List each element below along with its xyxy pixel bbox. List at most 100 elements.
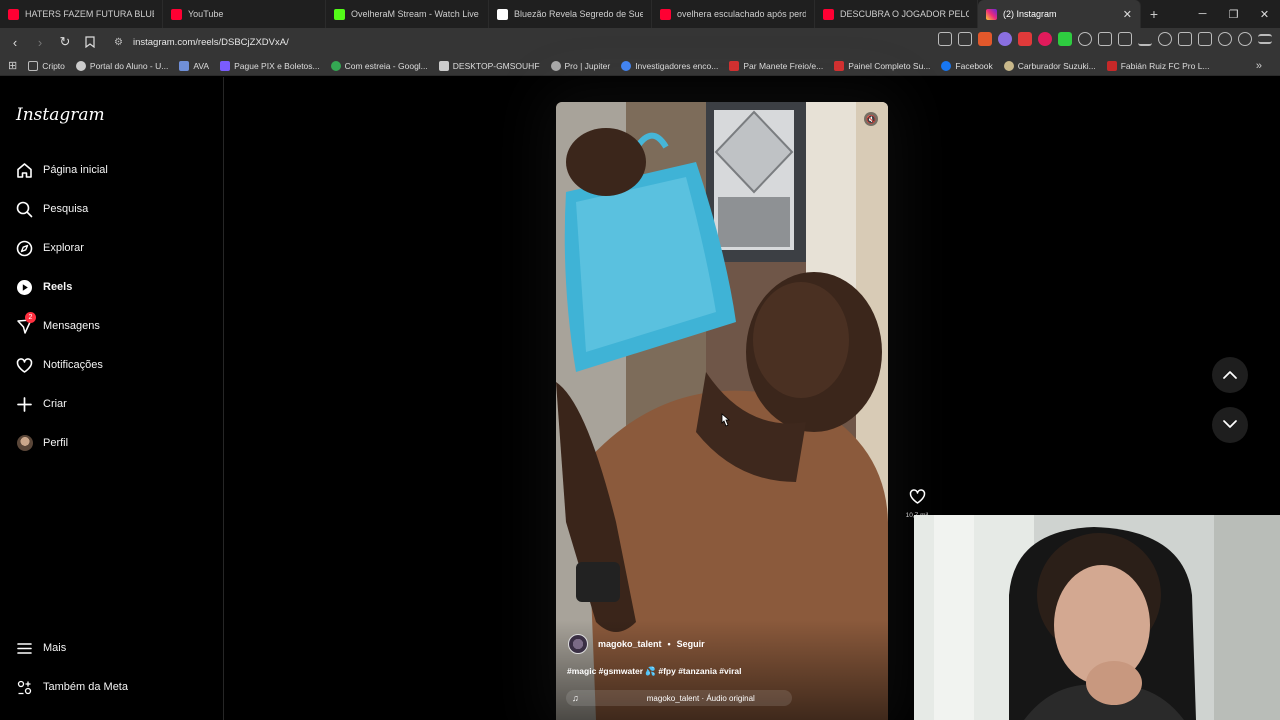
- site-favicon-icon: [729, 60, 740, 71]
- bookmark-page-icon[interactable]: [80, 32, 100, 52]
- menu-icon[interactable]: [1258, 34, 1272, 44]
- brave-shield-icon[interactable]: [978, 32, 992, 46]
- bookmark-item[interactable]: Pague PIX e Boletos...: [220, 60, 320, 71]
- streamer-webcam-overlay: [914, 515, 1280, 720]
- extension-icon[interactable]: [1018, 32, 1032, 46]
- reel-video[interactable]: 🔇 magoko_talent • Seguir #magic #gsmwate…: [556, 102, 888, 720]
- heart-icon[interactable]: [909, 488, 926, 510]
- leo-icon[interactable]: [1218, 32, 1232, 46]
- site-favicon-icon: [1003, 60, 1014, 71]
- nav-item-explore[interactable]: Explorar: [16, 236, 84, 260]
- puzzle-icon[interactable]: [1098, 32, 1112, 46]
- bookmark-label: Pague PIX e Boletos...: [234, 60, 320, 71]
- address-bar[interactable]: ⚙ instagram.com/reels/DSBCjZXDVxA/: [108, 31, 908, 53]
- mouse-cursor-icon: [719, 413, 731, 434]
- apps-grid-icon[interactable]: ⊞: [8, 59, 17, 72]
- site-favicon-icon: [834, 60, 845, 71]
- minimize-icon[interactable]: ─: [1187, 0, 1218, 28]
- browser-tab[interactable]: DESCUBRA O JOGADOR PELO CABE: [815, 0, 978, 28]
- folder-icon: [28, 60, 39, 71]
- extension-icon[interactable]: [1058, 32, 1072, 46]
- nav-item-messages[interactable]: 2 Mensagens: [16, 311, 100, 338]
- audio-label: magoko_talent · Áudio original: [646, 693, 755, 703]
- browser-tab[interactable]: ovelhera esculachado após perder t: [652, 0, 815, 28]
- restore-icon[interactable]: ❐: [1218, 0, 1249, 28]
- extension-icon[interactable]: [1118, 32, 1132, 46]
- extension-icon[interactable]: [998, 32, 1012, 46]
- reel-author: magoko_talent • Seguir: [568, 634, 705, 654]
- bookmark-label: Facebook: [955, 60, 993, 71]
- bookmark-item[interactable]: Fabián Ruiz FC Pro L...: [1106, 60, 1210, 71]
- bookmark-item[interactable]: Portal do Aluno - U...: [75, 60, 168, 71]
- youtube-favicon-icon: [171, 8, 182, 20]
- extension-icon[interactable]: [1078, 32, 1092, 46]
- media-icon[interactable]: [1158, 32, 1172, 46]
- site-info-icon[interactable]: ⚙: [114, 37, 123, 48]
- chevron-up-icon: [1223, 366, 1237, 384]
- bookmark-item[interactable]: Com estreia - Googl...: [330, 60, 428, 71]
- bookmark-item[interactable]: Painel Completo Su...: [834, 60, 930, 71]
- sidebar-icon[interactable]: [1178, 32, 1192, 46]
- wallet-icon[interactable]: [1198, 32, 1212, 46]
- extension-icon[interactable]: [1038, 32, 1052, 46]
- bookmark-item[interactable]: AVA: [179, 60, 210, 71]
- more-bookmarks-icon[interactable]: »: [1256, 60, 1262, 72]
- browser-tab-active[interactable]: (2) Instagram ✕: [978, 0, 1141, 28]
- next-reel-button[interactable]: [1212, 407, 1248, 443]
- reel-hashtags[interactable]: #magic #gsmwater 💦 #fpy #tanzania #viral: [567, 666, 742, 677]
- nav-item-also-from-meta[interactable]: Também da Meta: [16, 675, 128, 699]
- nav-item-more[interactable]: Mais: [16, 636, 66, 660]
- tab-title: Bluezão Revela Segredo de Suelen s: [514, 9, 643, 19]
- browser-tab[interactable]: HATERS FAZEM FUTURA BLUEZETE D: [0, 0, 163, 28]
- browser-tab[interactable]: YouTube: [163, 0, 326, 28]
- bookmark-label: Pro | Jupiter: [564, 60, 611, 71]
- nav-label: Reels: [43, 281, 73, 293]
- close-tab-icon[interactable]: ✕: [1123, 8, 1132, 21]
- browser-tab[interactable]: OvelheraM Stream - Watch Live on K: [326, 0, 489, 28]
- site-favicon-icon: [1106, 60, 1117, 71]
- previous-reel-button[interactable]: [1212, 357, 1248, 393]
- nav-label: Mensagens: [43, 320, 100, 332]
- share-icon[interactable]: [958, 32, 972, 46]
- bookmark-item[interactable]: Carburador Suzuki...: [1003, 60, 1096, 71]
- instagram-logo[interactable]: Instagram: [16, 105, 105, 125]
- nav-label: Página inicial: [43, 164, 108, 176]
- bookmark-item[interactable]: Facebook: [941, 60, 993, 71]
- bookmark-label: Carburador Suzuki...: [1017, 60, 1096, 71]
- menu-icon: [16, 640, 33, 657]
- bookmark-label: AVA: [193, 60, 210, 71]
- new-tab-button[interactable]: +: [1141, 6, 1167, 22]
- mute-icon[interactable]: 🔇: [864, 112, 878, 126]
- author-avatar[interactable]: [568, 634, 588, 654]
- bookmark-item[interactable]: Par Manete Freio/e...: [729, 60, 823, 71]
- reload-icon[interactable]: ↻: [55, 32, 75, 52]
- nav-item-notifications[interactable]: Notificações: [16, 353, 103, 377]
- nav-item-create[interactable]: Criar: [16, 392, 67, 416]
- nav-item-reels[interactable]: Reels: [16, 275, 72, 299]
- reel-audio-info[interactable]: ♫ magoko_talent · Áudio original: [566, 690, 792, 706]
- tab-title: (2) Instagram: [1003, 9, 1057, 19]
- forward-icon[interactable]: ›: [30, 32, 50, 52]
- music-note-icon: ♫: [572, 693, 579, 703]
- bookmark-item[interactable]: Investigadores enco...: [621, 60, 719, 71]
- nav-label: Perfil: [43, 437, 69, 449]
- bookmark-item[interactable]: Cripto: [28, 60, 65, 71]
- reels-icon: [16, 279, 33, 296]
- browser-tab[interactable]: Bluezão Revela Segredo de Suelen s: [489, 0, 652, 28]
- download-icon[interactable]: [1138, 32, 1152, 46]
- meta-icon: [16, 679, 33, 696]
- back-icon[interactable]: ‹: [5, 32, 25, 52]
- vpn-icon[interactable]: [1238, 32, 1252, 46]
- cast-icon[interactable]: [938, 32, 952, 46]
- bookmark-label: Investigadores enco...: [635, 60, 719, 71]
- nav-item-profile[interactable]: Perfil: [16, 431, 68, 455]
- follow-button[interactable]: Seguir: [677, 639, 705, 649]
- nav-item-home[interactable]: Página inicial: [16, 158, 108, 182]
- bookmark-item[interactable]: DESKTOP-GMSOUHF: [438, 60, 540, 71]
- author-username[interactable]: magoko_talent: [598, 639, 662, 649]
- site-favicon-icon: [179, 60, 190, 71]
- bookmark-item[interactable]: Pro | Jupiter: [550, 60, 611, 71]
- bookmarks-bar: ⊞ Cripto Portal do Aluno - U... AVA Pagu…: [0, 56, 1280, 76]
- nav-item-search[interactable]: Pesquisa: [16, 197, 88, 221]
- close-window-icon[interactable]: ✕: [1249, 0, 1280, 28]
